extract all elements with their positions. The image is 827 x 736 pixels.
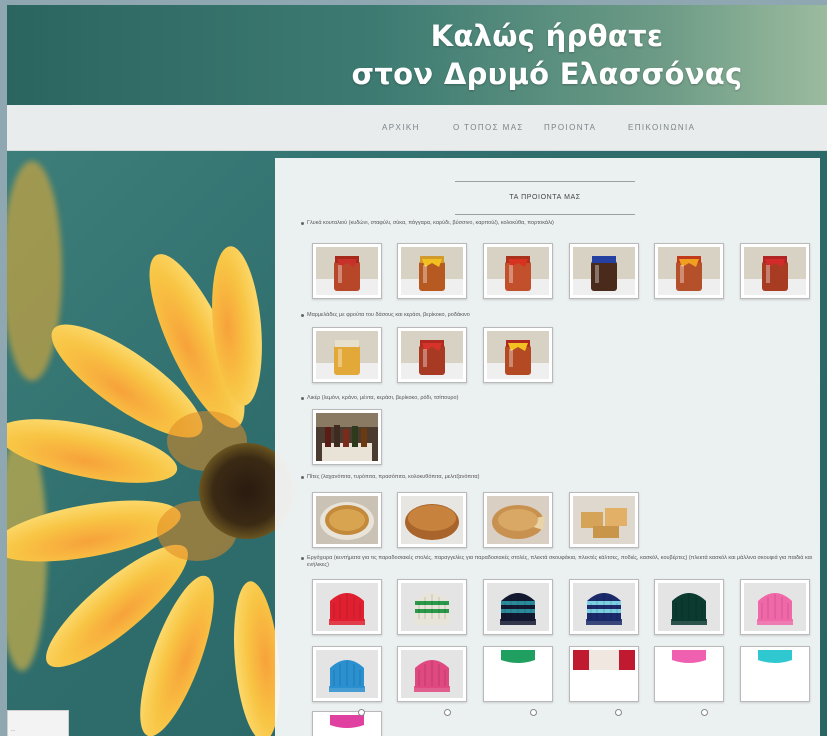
nav-our-place[interactable]: Ο ΤΟΠΟΣ ΜΑΣ	[453, 123, 524, 132]
jar-honey-image	[316, 331, 378, 379]
product-thumb-jar-red-lid[interactable]	[312, 243, 382, 299]
gallery-radio-button[interactable]	[444, 709, 451, 716]
taskbar-fragment: ...	[7, 710, 69, 736]
product-thumb-beanie-cyan-cut[interactable]	[740, 646, 810, 702]
beanie-cyan-cut-image	[744, 650, 806, 698]
product-thumb-jar-red-ribbon[interactable]	[483, 243, 553, 299]
gallery-radio-button[interactable]	[358, 709, 365, 716]
beanie-red-cut-image	[573, 650, 635, 698]
jar-yellow-ribbon-image	[401, 247, 463, 295]
product-thumb-jar-orange-ribbon[interactable]	[654, 243, 724, 299]
product-thumb-beanie-stripe-blue[interactable]	[569, 579, 639, 635]
product-thumb-beanie-green-cut[interactable]	[483, 646, 553, 702]
site-title: Καλώς ήρθατε στον Δρυμό Ελασσόνας	[337, 17, 757, 93]
pie-sliced-image	[487, 496, 549, 544]
jar-blue-lid-image	[573, 247, 635, 295]
product-thumb-beanie-pink-cut[interactable]	[654, 646, 724, 702]
product-thumb-jar-yellow-ribbon[interactable]	[397, 243, 467, 299]
product-thumb-pie-pieces[interactable]	[569, 492, 639, 548]
jar-red-ribbon-image	[487, 247, 549, 295]
product-thumb-jar-blue-lid[interactable]	[569, 243, 639, 299]
beanie-stripe-blue-image	[573, 583, 635, 631]
nav-home[interactable]: ΑΡΧΙΚΗ	[382, 123, 420, 132]
product-thumb-beanie-magenta-cut[interactable]	[312, 711, 382, 736]
jar-red-lid-image	[316, 247, 378, 295]
pie-pieces-image	[573, 496, 635, 544]
main-nav: ΑΡΧΙΚΗ Ο ΤΟΠΟΣ ΜΑΣ ΠΡΟΙΟΝΤΑ ΕΠΙΚΟΙΝΩΝΙΑ	[7, 105, 827, 151]
product-thumb-jar-red-lid-2[interactable]	[397, 327, 467, 383]
pie-round-image	[316, 496, 378, 544]
gallery-radio-button[interactable]	[530, 709, 537, 716]
site-title-line2: στον Δρυμό Ελασσόνας	[351, 57, 743, 91]
category-label-jams: Μαρμελάδες με φρούτα του δάσους και κερά…	[301, 312, 817, 319]
gallery-radio-button[interactable]	[615, 709, 622, 716]
nav-contact[interactable]: ΕΠΙΚΟΙΝΩΝΙΑ	[628, 123, 695, 132]
product-thumb-beanie-red-cut[interactable]	[569, 646, 639, 702]
liqueur-bottles-image	[316, 413, 378, 461]
beanie-green-image	[658, 583, 720, 631]
beanie-green-cut-image	[487, 650, 549, 698]
product-thumb-beanie-red[interactable]	[312, 579, 382, 635]
product-thumb-beanie-green[interactable]	[654, 579, 724, 635]
nav-products[interactable]: ΠΡΟΙΟΝΤΑ	[544, 123, 596, 132]
product-thumb-jar-yellow-ribbon-2[interactable]	[483, 327, 553, 383]
site-title-line1: Καλώς ήρθατε	[430, 19, 664, 53]
jar-red-cloth-image	[744, 247, 806, 295]
jar-orange-ribbon-image	[658, 247, 720, 295]
product-thumb-beanie-navy[interactable]	[483, 579, 553, 635]
beanie-pink-2-image	[401, 650, 463, 698]
beanie-navy-image	[487, 583, 549, 631]
site-header: Καλώς ήρθατε στον Δρυμό Ελασσόνας	[7, 5, 827, 105]
pie-bread-image	[401, 496, 463, 544]
product-thumb-pie-round[interactable]	[312, 492, 382, 548]
products-panel: ΤΑ ΠΡΟΙΟΝΤΑ ΜΑΣ Γλυκά κουταλιού (κυδώνι,…	[275, 158, 820, 736]
product-thumb-beanie-pink-2[interactable]	[397, 646, 467, 702]
beanie-striped-image	[401, 583, 463, 631]
browser-viewport: Καλώς ήρθατε στον Δρυμό Ελασσόνας ΑΡΧΙΚΗ…	[7, 5, 827, 736]
product-thumb-beanie-striped[interactable]	[397, 579, 467, 635]
taskbar-text: ...	[11, 727, 16, 733]
category-label-handicrafts: Εργόχειρα (κεντήματα για τις παραδοσιακέ…	[301, 555, 817, 569]
section-title: ΤΑ ΠΡΟΙΟΝΤΑ ΜΑΣ	[455, 181, 635, 215]
beanie-blue-image	[316, 650, 378, 698]
beanie-pink-cut-image	[658, 650, 720, 698]
category-label-liqueurs: Λικέρ (λεμόνι, κράνο, μέντα, κεράσι, βερ…	[301, 395, 817, 402]
product-thumb-liqueur-bottles[interactable]	[312, 409, 382, 465]
category-label-spoon-sweets: Γλυκά κουταλιού (κυδώνι, σταφύλι, σύκα, …	[301, 220, 817, 227]
product-thumb-beanie-pink[interactable]	[740, 579, 810, 635]
product-thumb-jar-red-cloth[interactable]	[740, 243, 810, 299]
beanie-red-image	[316, 583, 378, 631]
gallery-radio-button[interactable]	[701, 709, 708, 716]
category-label-pies: Πίτες (λαχανόπιτα, τυρόπιτα, πρασόπιτα, …	[301, 474, 817, 481]
jar-red-lid-2-image	[401, 331, 463, 379]
beanie-pink-image	[744, 583, 806, 631]
jar-yellow-ribbon-2-image	[487, 331, 549, 379]
product-thumb-jar-honey[interactable]	[312, 327, 382, 383]
product-thumb-beanie-blue[interactable]	[312, 646, 382, 702]
product-thumb-pie-bread[interactable]	[397, 492, 467, 548]
product-thumb-pie-sliced[interactable]	[483, 492, 553, 548]
beanie-magenta-cut-image	[316, 715, 378, 736]
